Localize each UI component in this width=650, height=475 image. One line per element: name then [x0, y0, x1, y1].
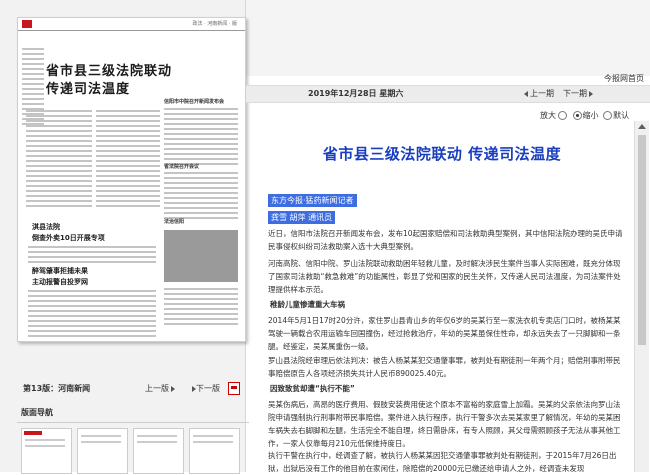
- newspaper-logo-icon: [22, 20, 32, 28]
- date-bar: 2019年12月28日 星期六 上一期 下一期: [246, 85, 650, 103]
- next-issue-link[interactable]: 下一期: [563, 88, 593, 99]
- triangle-right-icon: [171, 385, 175, 392]
- issue-date: 2019年12月28日 星期六: [308, 89, 404, 98]
- article-content: 省市县三级法院联动 传递司法温度 东方今报·猛药新闻记者 龚雪 胡萍 通讯员 近…: [252, 121, 632, 473]
- byline-reporter: 东方今报·猛药新闻记者: [268, 194, 357, 207]
- newspaper-page-thumbnail[interactable]: 政法 · 河南新闻 · 版 省市县三级法院联动 传递司法温度 信阳市中院召开新闻…: [17, 17, 246, 342]
- byline-correspondent-names: 龚雪 胡萍: [271, 213, 306, 222]
- edition-bar: 第13版：河南新闻 上一版 下一版: [17, 382, 245, 399]
- thumbnail-subhead-1a[interactable]: 淇县法院: [32, 222, 60, 232]
- next-edition-link[interactable]: 下一版: [190, 383, 220, 394]
- subhead-1: 稚龄儿童惨遭重大车祸: [270, 300, 345, 309]
- triangle-right-icon: [589, 90, 593, 97]
- zoom-out-label: 缩小: [582, 111, 599, 120]
- paragraph-3: 2014年5月1日17时20分许，家住罗山县青山乡的年仅6岁的吴某行至一家洗衣机…: [268, 316, 621, 351]
- prev-edition-link[interactable]: 上一版: [145, 383, 175, 394]
- page-navigation-thumbnails: [17, 422, 245, 474]
- thumbnail-subhead-2a[interactable]: 醉驾肇事拒捕未果: [32, 266, 88, 276]
- zoom-default-radio[interactable]: [603, 111, 613, 120]
- zoom-controls: 放大 缩小 默认: [540, 110, 629, 121]
- thumbnail-col-head-2[interactable]: 省法院召开会议: [164, 163, 199, 170]
- article-title: 省市县三级法院联动 传递司法温度: [322, 145, 562, 163]
- subhead-2: 因致致贫却遭“执行不能”: [270, 384, 355, 393]
- thumbnail-subhead-2b[interactable]: 主动报警自投罗网: [32, 277, 88, 287]
- homepage-link[interactable]: 今报网首页: [604, 73, 644, 84]
- thumbnail-header-text: 政法 · 河南新闻 · 版: [192, 21, 237, 27]
- paragraph-5: 吴某伤病后，高昂的医疗费用、假肢安装费用使这个原本不富裕的家庭雪上加霜。吴某的父…: [268, 400, 621, 448]
- zoom-in-radio[interactable]: [558, 111, 567, 120]
- zoom-out-radio[interactable]: [572, 111, 582, 120]
- nav-page-thumb-4[interactable]: [189, 428, 240, 474]
- article-scrollbar[interactable]: [634, 121, 649, 472]
- thumbnail-header: 政法 · 河南新闻 · 版: [18, 18, 245, 31]
- zoom-in-label: 放大: [540, 111, 556, 120]
- prev-edition-label: 上一版: [145, 384, 169, 393]
- thumbnail-body-column-7: [164, 288, 238, 328]
- thumbnail-col-head-1[interactable]: 信阳市中院召开新闻发布会: [164, 98, 224, 105]
- edition-name: 第13版：河南新闻: [23, 384, 91, 393]
- zoom-default-label: 默认: [613, 111, 630, 120]
- scroll-up-arrow-icon[interactable]: [638, 124, 646, 129]
- left-panel: 政法 · 河南新闻 · 版 省市县三级法院联动 传递司法温度 信阳市中院召开新闻…: [0, 0, 249, 474]
- paragraph-1: 近日，信阳市法院召开新闻发布会，发布10起国家赔偿和司法救助典型案例，其中信阳法…: [268, 229, 623, 251]
- next-edition-label: 下一版: [196, 384, 220, 393]
- thumbnail-body-column-1: [26, 110, 92, 210]
- thumbnail-subhead-1b[interactable]: 倒查外卖10日开展专项: [32, 233, 105, 243]
- paragraph-4: 罗山县法院经审理后依法判决：被告人杨某某犯交通肇事罪，被判处有期徒刑一年两个月；…: [268, 356, 621, 378]
- byline-correspondent: 龚雪 胡萍 通讯员: [268, 211, 336, 224]
- thumbnail-photo[interactable]: [164, 230, 238, 282]
- paragraph-6: 执行干警在执行中，经调查了解，被执行人杨某某因犯交通肇事罪被判处有期徒刑，于20…: [268, 451, 617, 473]
- byline-correspondent-label: 通讯员: [308, 213, 333, 222]
- thumbnail-body-column-4: [164, 172, 238, 222]
- thumbnail-body-column-2: [96, 110, 160, 210]
- next-issue-label: 下一期: [563, 89, 587, 98]
- prev-issue-link[interactable]: 上一期: [524, 88, 554, 99]
- pdf-icon[interactable]: [228, 382, 240, 395]
- nav-page-thumb-3[interactable]: [133, 428, 184, 474]
- thumbnail-body-column-6: [28, 290, 156, 340]
- thumbnail-col-head-3[interactable]: 法治信阳: [164, 218, 184, 225]
- paragraph-2: 河南高院、信阳中院、罗山法院联动救助困年轻救儿童，及时解决涉民生案件当事人实际困…: [268, 259, 621, 294]
- thumbnail-headline-line2[interactable]: 传递司法温度: [46, 78, 130, 97]
- prev-issue-label: 上一期: [530, 89, 554, 98]
- scroll-thumb[interactable]: [638, 135, 646, 345]
- triangle-left-icon: [524, 90, 528, 97]
- thumbnail-body-column-5: [28, 246, 156, 266]
- page-navigation-title: 版面导航: [17, 407, 249, 423]
- thumbnail-body-column-3: [164, 108, 238, 168]
- nav-page-thumb-1[interactable]: [21, 428, 72, 474]
- nav-page-thumb-2[interactable]: [77, 428, 128, 474]
- thumbnail-headline-line1[interactable]: 省市县三级法院联动: [46, 60, 172, 79]
